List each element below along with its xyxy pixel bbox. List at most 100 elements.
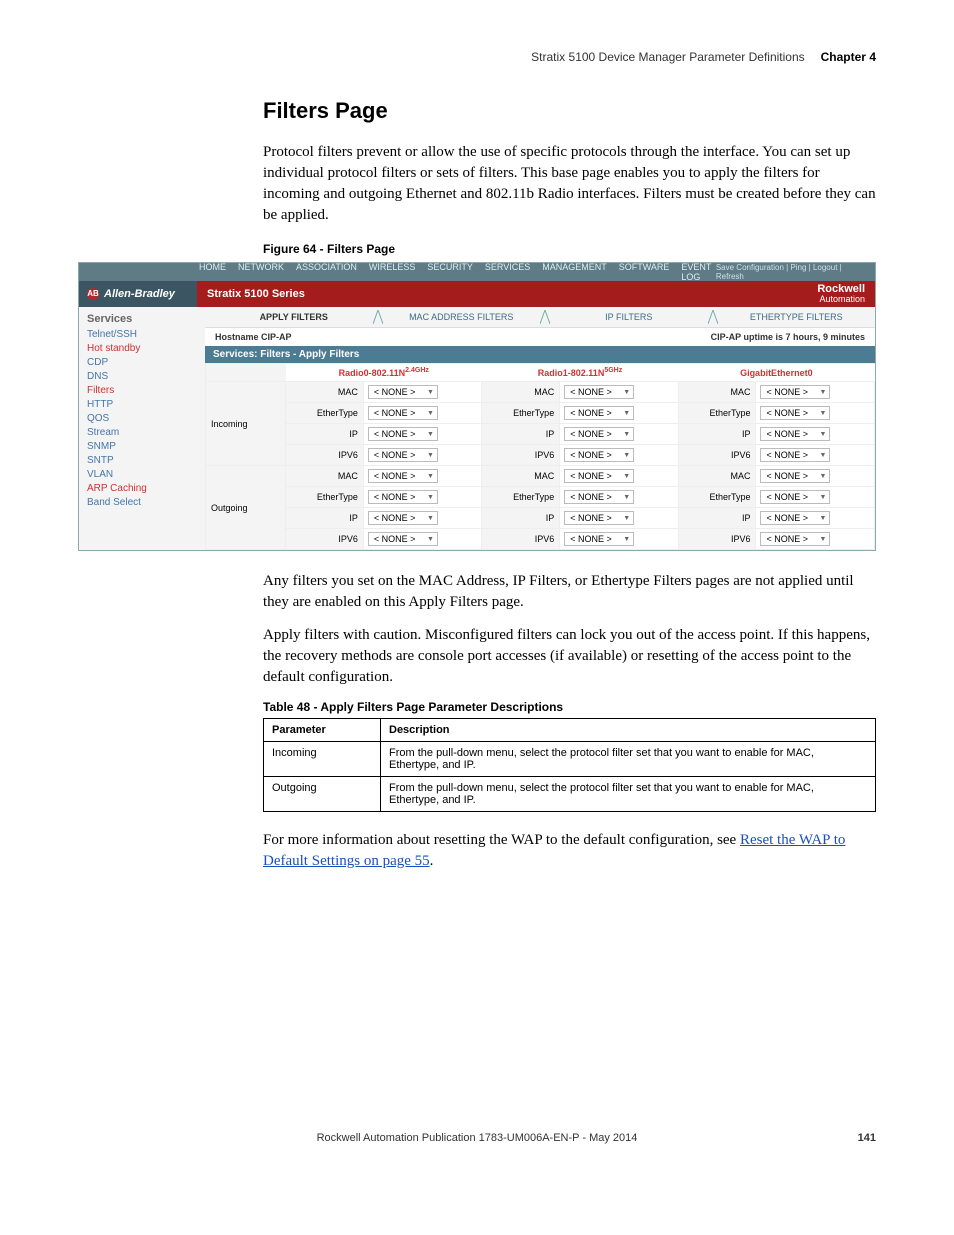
iface-sup: 5GHz	[604, 367, 622, 374]
subtab-ethertype-filters[interactable]: ETHERTYPE FILTERS	[718, 312, 876, 322]
subtab-apply-filters[interactable]: APPLY FILTERS	[215, 312, 373, 322]
side-link-http[interactable]: HTTP	[87, 399, 197, 410]
top-tab[interactable]: ASSOCIATION	[296, 262, 357, 282]
filter-type-label: IP	[678, 508, 756, 529]
body-paragraph-3: Apply filters with caution. Misconfigure…	[263, 625, 876, 688]
side-link-qos[interactable]: QOS	[87, 413, 197, 424]
iface-header-radio0: Radio0-802.11N2.4GHz	[286, 364, 482, 382]
chevron-down-icon: ▼	[427, 452, 434, 459]
brand-rockwell: Rockwell Automation	[765, 281, 875, 307]
page-header: Stratix 5100 Device Manager Parameter De…	[78, 50, 876, 64]
side-link-cdp[interactable]: CDP	[87, 357, 197, 368]
filter-select[interactable]: < NONE >▼	[564, 532, 634, 546]
filter-select[interactable]: < NONE > ▼	[368, 448, 438, 462]
chevron-down-icon: ▼	[820, 452, 827, 459]
select-value: < NONE >	[374, 450, 416, 460]
filter-select[interactable]: < NONE >▼	[760, 385, 830, 399]
select-value: < NONE >	[570, 471, 612, 481]
direction-incoming: Incoming	[206, 382, 286, 466]
chevron-down-icon: ▼	[820, 431, 827, 438]
top-tab[interactable]: WIRELESS	[369, 262, 416, 282]
brand-logo-icon: AB	[87, 288, 99, 300]
filter-select[interactable]: < NONE > ▼	[564, 406, 634, 420]
side-link-hot-standby[interactable]: Hot standby	[87, 343, 197, 354]
chevron-down-icon: ▼	[820, 473, 827, 480]
filter-select[interactable]: < NONE >▼	[368, 532, 438, 546]
filter-type-label: MAC	[482, 466, 560, 487]
side-link-band-select[interactable]: Band Select	[87, 497, 197, 508]
top-tab[interactable]: SECURITY	[427, 262, 473, 282]
top-tab[interactable]: NETWORK	[238, 262, 284, 282]
table-header-parameter: Parameter	[264, 719, 381, 742]
filter-type-label: MAC	[286, 382, 364, 403]
screenshot-figure: HOME NETWORK ASSOCIATION WIRELESS SECURI…	[78, 262, 876, 551]
top-utility-links[interactable]: Save Configuration | Ping | Logout | Ref…	[716, 263, 875, 281]
filter-select[interactable]: < NONE >▼	[760, 532, 830, 546]
filter-select[interactable]: < NONE >▼	[760, 406, 830, 420]
filter-type-label: MAC	[286, 466, 364, 487]
filter-select[interactable]: < NONE >▼	[760, 469, 830, 483]
chevron-down-icon: ▼	[623, 473, 630, 480]
filter-select[interactable]: < NONE >▼	[564, 385, 634, 399]
filter-select[interactable]: < NONE >▼	[564, 511, 634, 525]
uptime-label: CIP-AP uptime is 7 hours, 9 minutes	[711, 332, 865, 342]
select-value: < NONE >	[374, 429, 416, 439]
chevron-down-icon: ▼	[820, 515, 827, 522]
side-link-arp-caching[interactable]: ARP Caching	[87, 483, 197, 494]
chevron-down-icon: ▼	[623, 389, 630, 396]
filter-select[interactable]: < NONE >▼	[564, 490, 634, 504]
direction-outgoing: Outgoing	[206, 466, 286, 550]
side-link-vlan[interactable]: VLAN	[87, 469, 197, 480]
side-link-telnet-ssh[interactable]: Telnet/SSH	[87, 329, 197, 340]
filter-select[interactable]: < NONE >▼	[368, 490, 438, 504]
filter-select[interactable]: < NONE >▼	[760, 448, 830, 462]
select-value: < NONE >	[766, 408, 808, 418]
body-paragraph-4: For more information about resetting the…	[263, 830, 876, 872]
top-tab[interactable]: SOFTWARE	[619, 262, 670, 282]
sidebar-title: Services	[87, 313, 197, 325]
chevron-down-icon: ▼	[427, 389, 434, 396]
top-tab[interactable]: EVENT LOG	[681, 262, 715, 282]
filter-select[interactable]: < NONE >▼	[760, 511, 830, 525]
filter-select[interactable]: < NONE >▼	[368, 511, 438, 525]
side-link-filters[interactable]: Filters	[87, 385, 197, 396]
param-cell: Incoming	[264, 742, 381, 777]
top-tab[interactable]: HOME	[199, 262, 226, 282]
filter-select[interactable]: < NONE >▼	[368, 385, 438, 399]
filter-select[interactable]: < NONE >▼	[564, 427, 634, 441]
filter-type-label: EtherType	[286, 487, 364, 508]
side-link-sntp[interactable]: SNTP	[87, 455, 197, 466]
header-breadcrumb: Stratix 5100 Device Manager Parameter De…	[531, 50, 804, 64]
iface-header-gigabit: GigabitEthernet0	[678, 364, 874, 382]
filter-type-label: IPV6	[678, 529, 756, 550]
p4-suffix: .	[430, 853, 434, 869]
subtab-ip-filters[interactable]: IP FILTERS	[550, 312, 708, 322]
subtab-mac-address-filters[interactable]: MAC ADDRESS FILTERS	[383, 312, 541, 322]
filter-type-label: IP	[286, 424, 364, 445]
filter-select[interactable]: < NONE >▼	[368, 406, 438, 420]
select-value: < NONE >	[570, 408, 612, 418]
iface-header-radio1: Radio1-802.11N5GHz	[482, 364, 678, 382]
side-link-stream[interactable]: Stream	[87, 427, 197, 438]
top-tab[interactable]: SERVICES	[485, 262, 530, 282]
select-value: < NONE >	[766, 429, 808, 439]
filter-select[interactable]: < NONE >▼	[368, 469, 438, 483]
brand-left-label: Allen-Bradley	[104, 288, 175, 300]
filter-select[interactable]: < NONE >▼	[368, 427, 438, 441]
chevron-down-icon: ▼	[623, 410, 630, 417]
top-tab[interactable]: MANAGEMENT	[542, 262, 607, 282]
select-value: < NONE >	[374, 513, 416, 523]
chevron-down-icon: ▼	[427, 494, 434, 501]
filter-type-label: IPV6	[678, 445, 756, 466]
filter-select[interactable]: < NONE >▼	[760, 490, 830, 504]
side-link-snmp[interactable]: SNMP	[87, 441, 197, 452]
filter-select[interactable]: < NONE > ▼	[564, 469, 634, 483]
desc-cell: From the pull-down menu, select the prot…	[381, 742, 876, 777]
section-title-bar: Services: Filters - Apply Filters	[205, 346, 875, 363]
filter-select[interactable]: < NONE > ▼	[760, 427, 830, 441]
table-row: Outgoing From the pull-down menu, select…	[264, 777, 876, 812]
body-paragraph-2: Any filters you set on the MAC Address, …	[263, 571, 876, 613]
brand-allen-bradley: AB Allen-Bradley	[79, 281, 197, 307]
filter-select[interactable]: < NONE >▼	[564, 448, 634, 462]
side-link-dns[interactable]: DNS	[87, 371, 197, 382]
